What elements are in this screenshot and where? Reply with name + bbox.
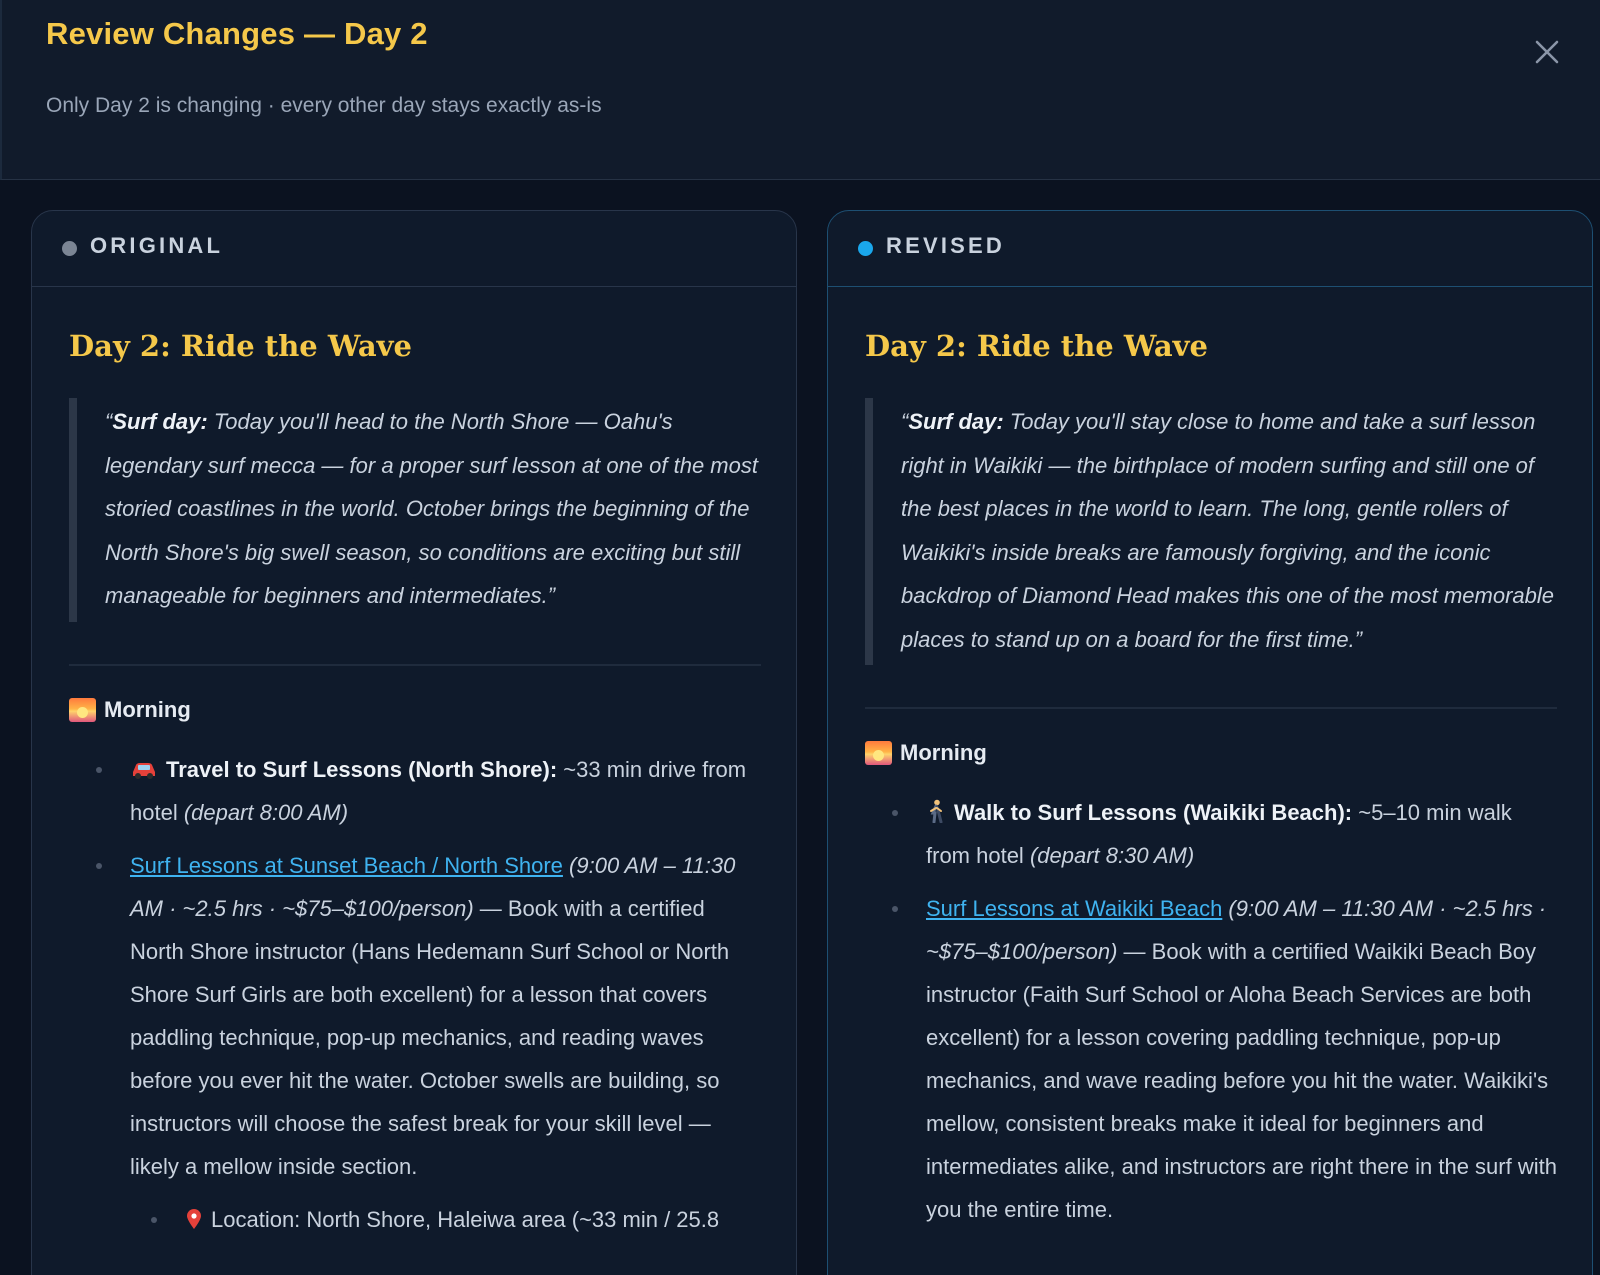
original-day-quote: “Surf day: Today you'll head to the Nort… (69, 398, 761, 622)
revised-panel-header: REVISED (828, 211, 1592, 287)
location-text: Location: North Shore, Haleiwa area (~33… (211, 1206, 720, 1232)
location-pin-icon (187, 1208, 201, 1229)
revised-panel: REVISED Day 2: Ride the Wave “Surf day: … (827, 210, 1593, 1275)
lesson-text: — Book with a certified North Shore inst… (130, 895, 730, 1179)
original-panel-body: Day 2: Ride the Wave “Surf day: Today yo… (69, 329, 761, 1251)
walking-person-icon (930, 799, 943, 823)
revised-day-title: Day 2: Ride the Wave (865, 329, 1208, 363)
review-changes-modal: Review Changes — Day 2 Only Day 2 is cha… (0, 0, 1600, 1275)
original-panel-header: ORIGINAL (32, 211, 796, 287)
revised-panel-body: Day 2: Ride the Wave “Surf day: Today yo… (865, 329, 1557, 1241)
section-divider (69, 663, 761, 666)
lesson-text: — Book with a certified Waikiki Beach Bo… (926, 939, 1557, 1222)
revised-day-quote: “Surf day: Today you'll stay close to ho… (865, 398, 1557, 665)
sunrise-icon (865, 741, 892, 765)
list-item: Walk to Surf Lessons (Waikiki Beach): ~5… (892, 791, 1557, 877)
modal-subtitle: Only Day 2 is changing · every other day… (46, 94, 602, 117)
section-divider (865, 707, 1557, 709)
quote-lead: Surf day: (908, 409, 1004, 434)
close-icon (1535, 40, 1559, 64)
quote-lead: Surf day: (112, 409, 208, 434)
travel-depart: (depart 8:00 AM) (183, 799, 349, 825)
list-item: Location: North Shore, Haleiwa area (~33… (151, 1198, 761, 1241)
close-button[interactable] (1527, 32, 1567, 72)
original-morning-heading: Morning (69, 694, 761, 726)
travel-title: Walk to Surf Lessons (Waikiki Beach): (954, 800, 1353, 825)
original-panel: ORIGINAL Day 2: Ride the Wave “Surf day:… (31, 210, 797, 1275)
original-status-dot (62, 241, 77, 256)
list-item: Travel to Surf Lessons (North Shore): ~3… (96, 748, 761, 834)
car-icon (133, 762, 155, 779)
original-day-title: Day 2: Ride the Wave (69, 329, 412, 363)
original-panel-label: ORIGINAL (90, 233, 224, 258)
travel-title: Travel to Surf Lessons (North Shore): (166, 756, 558, 782)
section-label: Morning (104, 696, 191, 722)
original-sub-list: Location: North Shore, Haleiwa area (~33… (69, 1198, 761, 1241)
list-item: Surf Lessons at Waikiki Beach (9:00 AM –… (892, 887, 1557, 1231)
section-label: Morning (900, 740, 987, 765)
revised-status-dot (858, 241, 873, 256)
revised-morning-list: Walk to Surf Lessons (Waikiki Beach): ~5… (865, 791, 1557, 1231)
modal-title: Review Changes — Day 2 (46, 16, 428, 51)
surf-lessons-link[interactable]: Surf Lessons at Sunset Beach / North Sho… (130, 853, 563, 878)
original-morning-list: Travel to Surf Lessons (North Shore): ~3… (69, 748, 761, 1188)
list-item: Surf Lessons at Sunset Beach / North Sho… (96, 844, 761, 1188)
quote-text: Today you'll stay close to home and take… (901, 409, 1554, 652)
travel-depart: (depart 8:30 AM) (1029, 843, 1195, 868)
sunrise-icon (69, 697, 96, 722)
surf-lessons-link[interactable]: Surf Lessons at Waikiki Beach (926, 896, 1222, 921)
revised-panel-label: REVISED (886, 233, 1005, 258)
modal-header: Review Changes — Day 2 Only Day 2 is cha… (0, 0, 1600, 180)
quote-text: Today you'll head to the North Shore — O… (105, 409, 758, 608)
revised-morning-heading: Morning (865, 737, 1557, 769)
